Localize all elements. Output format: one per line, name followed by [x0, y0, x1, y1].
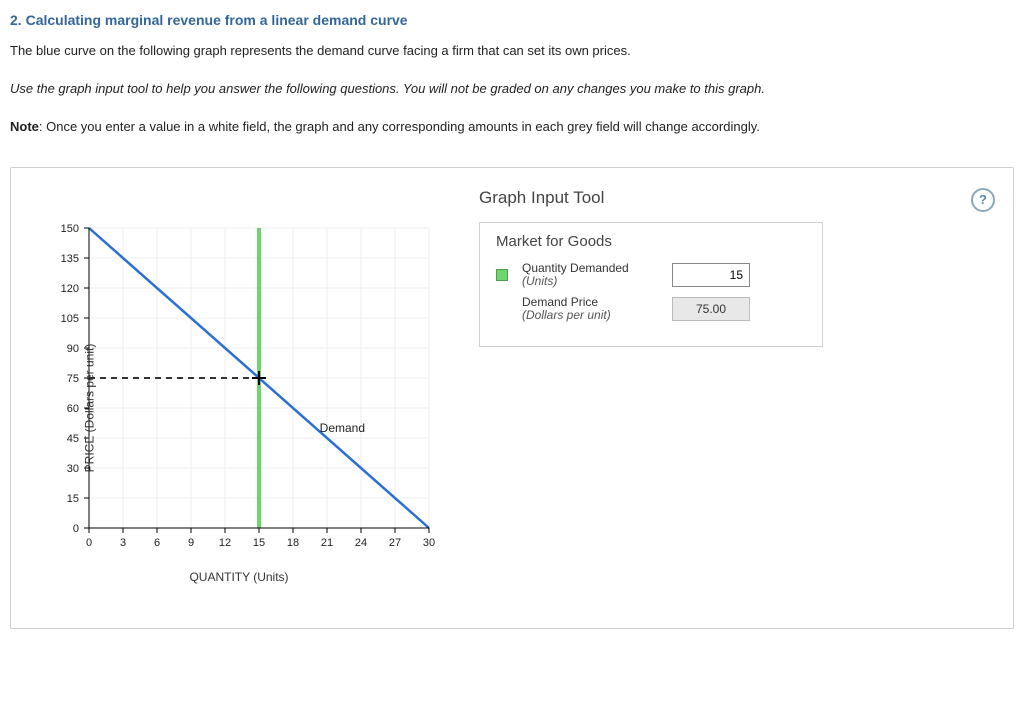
svg-text:21: 21 — [321, 537, 333, 549]
svg-text:60: 60 — [67, 403, 79, 415]
svg-text:15: 15 — [67, 493, 79, 505]
question-title-text: Calculating marginal revenue from a line… — [26, 12, 408, 28]
svg-text:9: 9 — [188, 537, 194, 549]
intro-text-1: The blue curve on the following graph re… — [10, 42, 1014, 60]
svg-text:0: 0 — [86, 537, 92, 549]
svg-text:75: 75 — [67, 373, 79, 385]
market-title: Market for Goods — [496, 233, 806, 250]
price-row: Demand Price (Dollars per unit) 75.00 — [496, 296, 806, 322]
svg-text:150: 150 — [61, 223, 79, 235]
legend-swatch-quantity — [496, 269, 508, 281]
svg-text:45: 45 — [67, 433, 79, 445]
note-label: Note — [10, 119, 39, 134]
svg-text:135: 135 — [61, 253, 79, 265]
y-axis-label: PRICE (Dollars per unit) — [82, 343, 96, 472]
svg-text:90: 90 — [67, 343, 79, 355]
svg-text:3: 3 — [120, 537, 126, 549]
price-label: Demand Price (Dollars per unit) — [522, 296, 662, 322]
graph-panel: PRICE (Dollars per unit) Demand 0 3 6 9 12 15 1… — [10, 167, 1014, 629]
svg-text:15: 15 — [253, 537, 265, 549]
svg-text:30: 30 — [423, 537, 435, 549]
quantity-row: Quantity Demanded (Units) — [496, 262, 806, 288]
question-number: 2. — [10, 12, 22, 28]
question-title: 2. Calculating marginal revenue from a l… — [10, 12, 1014, 28]
svg-text:30: 30 — [67, 463, 79, 475]
svg-text:24: 24 — [355, 537, 367, 549]
svg-text:27: 27 — [389, 537, 401, 549]
intro-text-2: Use the graph input tool to help you ans… — [10, 80, 1014, 98]
market-box: Market for Goods Quantity Demanded (Unit… — [479, 222, 823, 348]
intro-text-3: Note: Once you enter a value in a white … — [10, 118, 1014, 136]
graph-input-tool-title: Graph Input Tool — [479, 188, 604, 208]
svg-text:6: 6 — [154, 537, 160, 549]
note-body: : Once you enter a value in a white fiel… — [39, 119, 760, 134]
price-readonly: 75.00 — [672, 297, 750, 321]
svg-text:12: 12 — [219, 537, 231, 549]
svg-text:120: 120 — [61, 283, 79, 295]
svg-text:105: 105 — [61, 313, 79, 325]
quantity-input[interactable] — [672, 263, 750, 287]
help-icon[interactable]: ? — [971, 188, 995, 212]
x-axis-label: QUANTITY (Units) — [29, 570, 449, 584]
quantity-label: Quantity Demanded (Units) — [522, 262, 662, 288]
chart-container[interactable]: PRICE (Dollars per unit) Demand 0 3 6 9 12 15 1… — [29, 218, 449, 598]
svg-text:18: 18 — [287, 537, 299, 549]
svg-text:0: 0 — [73, 523, 79, 535]
svg-text:Demand: Demand — [320, 421, 365, 435]
